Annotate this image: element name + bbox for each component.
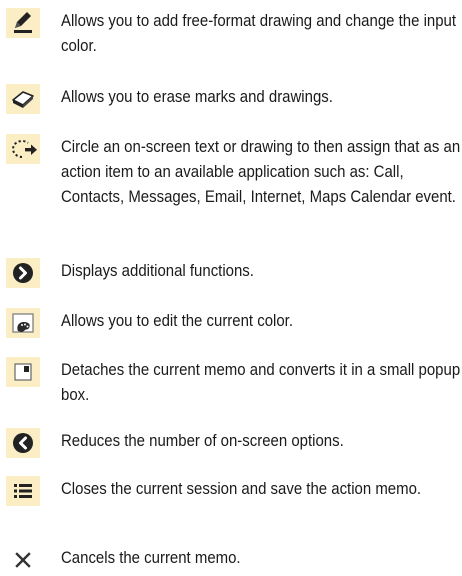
item-description: Closes the current session and save the … [61,479,422,498]
item-description: Reduces the number of on-screen options. [61,431,344,450]
lasso-select-icon [6,134,40,164]
item-description: Circle an on-screen text or drawing to t… [61,137,461,206]
chevron-right-circle-icon [6,258,40,288]
icon-reference-list: Allows you to add free-format drawing an… [0,0,462,576]
item-description: Allows you to erase marks and drawings. [61,87,333,106]
chevron-left-circle-icon [6,428,40,458]
detach-window-icon [6,357,40,387]
pen-icon [6,8,40,38]
item-description: Allows you to add free-format drawing an… [61,11,457,55]
palette-icon [6,308,40,338]
item-description: Displays additional functions. [61,261,254,280]
item-description: Detaches the current memo and converts i… [61,360,461,404]
item-description: Cancels the current memo. [61,548,241,567]
item-description: Allows you to edit the current color. [61,311,294,330]
close-icon [6,545,40,575]
list-icon [6,476,40,506]
eraser-icon [6,84,40,114]
